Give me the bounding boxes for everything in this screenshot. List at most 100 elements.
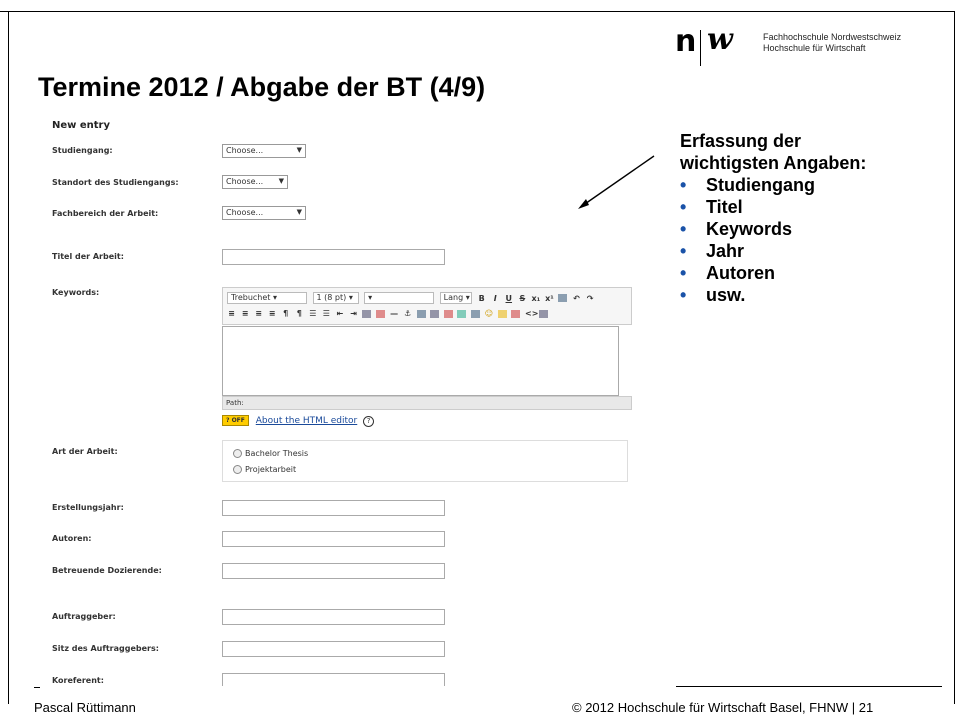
bullet-icon: • bbox=[680, 219, 687, 239]
pointer-arrow bbox=[578, 155, 655, 209]
art-radio-group: Bachelor Thesis Projektarbeit bbox=[222, 440, 628, 482]
callout-item-text: Autoren bbox=[706, 263, 775, 283]
callout-item-text: Titel bbox=[706, 197, 743, 217]
horizontal-rule-icon[interactable]: — bbox=[390, 309, 399, 318]
font-size-select[interactable]: 1 (8 pt) ▾ bbox=[312, 292, 359, 304]
sitz-input[interactable] bbox=[222, 641, 445, 657]
lang-value: Lang bbox=[443, 293, 464, 302]
logo-w-glyph: w bbox=[707, 22, 733, 57]
callout-item-text: usw. bbox=[706, 285, 746, 305]
indent-icon[interactable]: ⇥ bbox=[349, 309, 358, 318]
form-heading: New entry bbox=[52, 120, 111, 131]
bold-icon[interactable]: B bbox=[477, 294, 486, 303]
unlink-icon[interactable] bbox=[430, 309, 440, 318]
format-select[interactable]: ▾ bbox=[364, 292, 435, 304]
auftraggeber-input[interactable] bbox=[222, 609, 445, 625]
anchor-icon[interactable]: ⚓ bbox=[403, 309, 412, 318]
emoticon-icon[interactable]: ☺ bbox=[484, 309, 493, 318]
slide-title: Termine 2012 / Abgabe der BT (4/9) bbox=[38, 72, 486, 102]
toolbar-row-1: Trebuchet ▾ 1 (8 pt) ▾ ▾ Lang ▾ B I U S … bbox=[227, 292, 597, 304]
label-sitz: Sitz des Auftraggebers: bbox=[52, 644, 159, 653]
media-icon[interactable] bbox=[497, 309, 507, 318]
logo-text: Fachhochschule Nordwestschweiz Hochschul… bbox=[763, 32, 901, 54]
link-icon[interactable] bbox=[416, 309, 426, 318]
align-justify-icon[interactable]: ≡ bbox=[268, 309, 277, 318]
strikethrough-icon[interactable]: S bbox=[518, 294, 527, 303]
bullet-icon: • bbox=[680, 241, 687, 261]
redo-icon[interactable]: ↷ bbox=[586, 294, 595, 303]
logo-divider bbox=[700, 30, 701, 66]
radio-button[interactable] bbox=[233, 449, 242, 458]
ltr-icon[interactable]: ¶ bbox=[281, 309, 290, 318]
font-family-select[interactable]: Trebuchet ▾ bbox=[227, 292, 307, 304]
callout-item: • Jahr bbox=[680, 240, 950, 262]
outdent-icon[interactable]: ⇤ bbox=[335, 309, 344, 318]
radio-button[interactable] bbox=[233, 465, 242, 474]
table-icon[interactable] bbox=[470, 309, 480, 318]
slide-frame-left bbox=[8, 11, 9, 704]
font-family-value: Trebuchet bbox=[231, 293, 271, 302]
studiengang-select[interactable]: Choose... ▼ bbox=[222, 144, 306, 158]
label-standort: Standort des Studiengangs: bbox=[52, 178, 179, 187]
footer-rule bbox=[676, 686, 942, 687]
label-fachbereich: Fachbereich der Arbeit: bbox=[52, 209, 159, 218]
paste-icon[interactable] bbox=[558, 294, 568, 302]
radio-option-projekt[interactable]: Projektarbeit bbox=[233, 465, 296, 474]
slide: n w Fachhochschule Nordwestschweiz Hochs… bbox=[0, 0, 955, 722]
callout-heading-2: wichtigsten Angaben: bbox=[680, 153, 867, 173]
rtl-icon[interactable]: ¶ bbox=[295, 309, 304, 318]
label-studiengang: Studiengang: bbox=[52, 146, 113, 155]
superscript-icon[interactable]: x¹ bbox=[545, 294, 554, 303]
remove-format-icon[interactable] bbox=[443, 309, 453, 318]
standort-select[interactable]: Choose... ▼ bbox=[222, 175, 288, 189]
fullscreen-icon[interactable] bbox=[538, 309, 548, 318]
html-source-icon[interactable]: <> bbox=[525, 309, 538, 318]
editor-pathbar: Path: bbox=[222, 396, 632, 410]
bullet-icon: • bbox=[680, 175, 687, 195]
special-char-icon[interactable] bbox=[511, 309, 521, 318]
dozierende-input[interactable] bbox=[222, 563, 445, 579]
logo-n-glyph: n bbox=[675, 24, 697, 59]
radio-option-bachelor[interactable]: Bachelor Thesis bbox=[233, 449, 308, 458]
callout-box: Erfassung der wichtigsten Angaben: • Stud… bbox=[680, 130, 950, 306]
standort-select-value: Choose... bbox=[226, 177, 264, 186]
align-right-icon[interactable]: ≡ bbox=[254, 309, 263, 318]
about-html-editor-link[interactable]: About the HTML editor bbox=[256, 416, 358, 426]
subscript-icon[interactable]: x₁ bbox=[531, 294, 541, 303]
fachbereich-select-value: Choose... bbox=[226, 208, 264, 217]
image-icon[interactable] bbox=[457, 309, 467, 318]
logo-line1: Fachhochschule Nordwestschweiz bbox=[763, 32, 902, 42]
unordered-list-icon[interactable]: ☰ bbox=[322, 309, 331, 318]
path-label: Path: bbox=[226, 399, 244, 407]
help-icon[interactable]: ? bbox=[363, 416, 375, 427]
new-entry-form: New entry Studiengang: Choose... ▼ Stand… bbox=[36, 110, 641, 686]
callout-item: • Keywords bbox=[680, 218, 950, 240]
autoren-input[interactable] bbox=[222, 531, 445, 547]
label-art: Art der Arbeit: bbox=[52, 447, 118, 456]
fachbereich-select[interactable]: Choose... ▼ bbox=[222, 206, 306, 220]
callout-item-text: Jahr bbox=[706, 241, 745, 261]
callout-item: • Titel bbox=[680, 196, 950, 218]
titel-input[interactable] bbox=[222, 249, 445, 265]
align-left-icon[interactable]: ≡ bbox=[227, 309, 236, 318]
text-color-icon[interactable] bbox=[362, 309, 372, 318]
underline-icon[interactable]: U bbox=[504, 294, 513, 303]
koreferent-input[interactable] bbox=[222, 673, 445, 686]
label-keywords: Keywords: bbox=[52, 288, 100, 297]
footer-dash bbox=[34, 687, 40, 688]
footer-copyright: © 2012 Hochschule für Wirtschaft Basel, … bbox=[572, 700, 874, 715]
font-size-value: 1 (8 pt) bbox=[316, 293, 347, 302]
ordered-list-icon[interactable]: ☰ bbox=[308, 309, 317, 318]
studiengang-select-value: Choose... bbox=[226, 146, 264, 155]
toolbar-row-2: ≡ ≡ ≡ ≡ ¶ ¶ ☰ ☰ ⇤ ⇥ — ⚓ ☺ <> bbox=[227, 309, 550, 318]
help-toggle-button[interactable]: ? OFF bbox=[222, 415, 249, 426]
align-center-icon[interactable]: ≡ bbox=[241, 309, 250, 318]
undo-icon[interactable]: ↶ bbox=[572, 294, 581, 303]
label-erstellungsjahr: Erstellungsjahr: bbox=[52, 503, 124, 512]
keywords-editor[interactable] bbox=[222, 326, 619, 396]
italic-icon[interactable]: I bbox=[491, 294, 500, 303]
highlight-icon[interactable] bbox=[376, 309, 386, 318]
erstellungsjahr-input[interactable] bbox=[222, 500, 445, 516]
bullet-icon: • bbox=[680, 263, 687, 283]
lang-select[interactable]: Lang ▾ bbox=[439, 292, 472, 304]
